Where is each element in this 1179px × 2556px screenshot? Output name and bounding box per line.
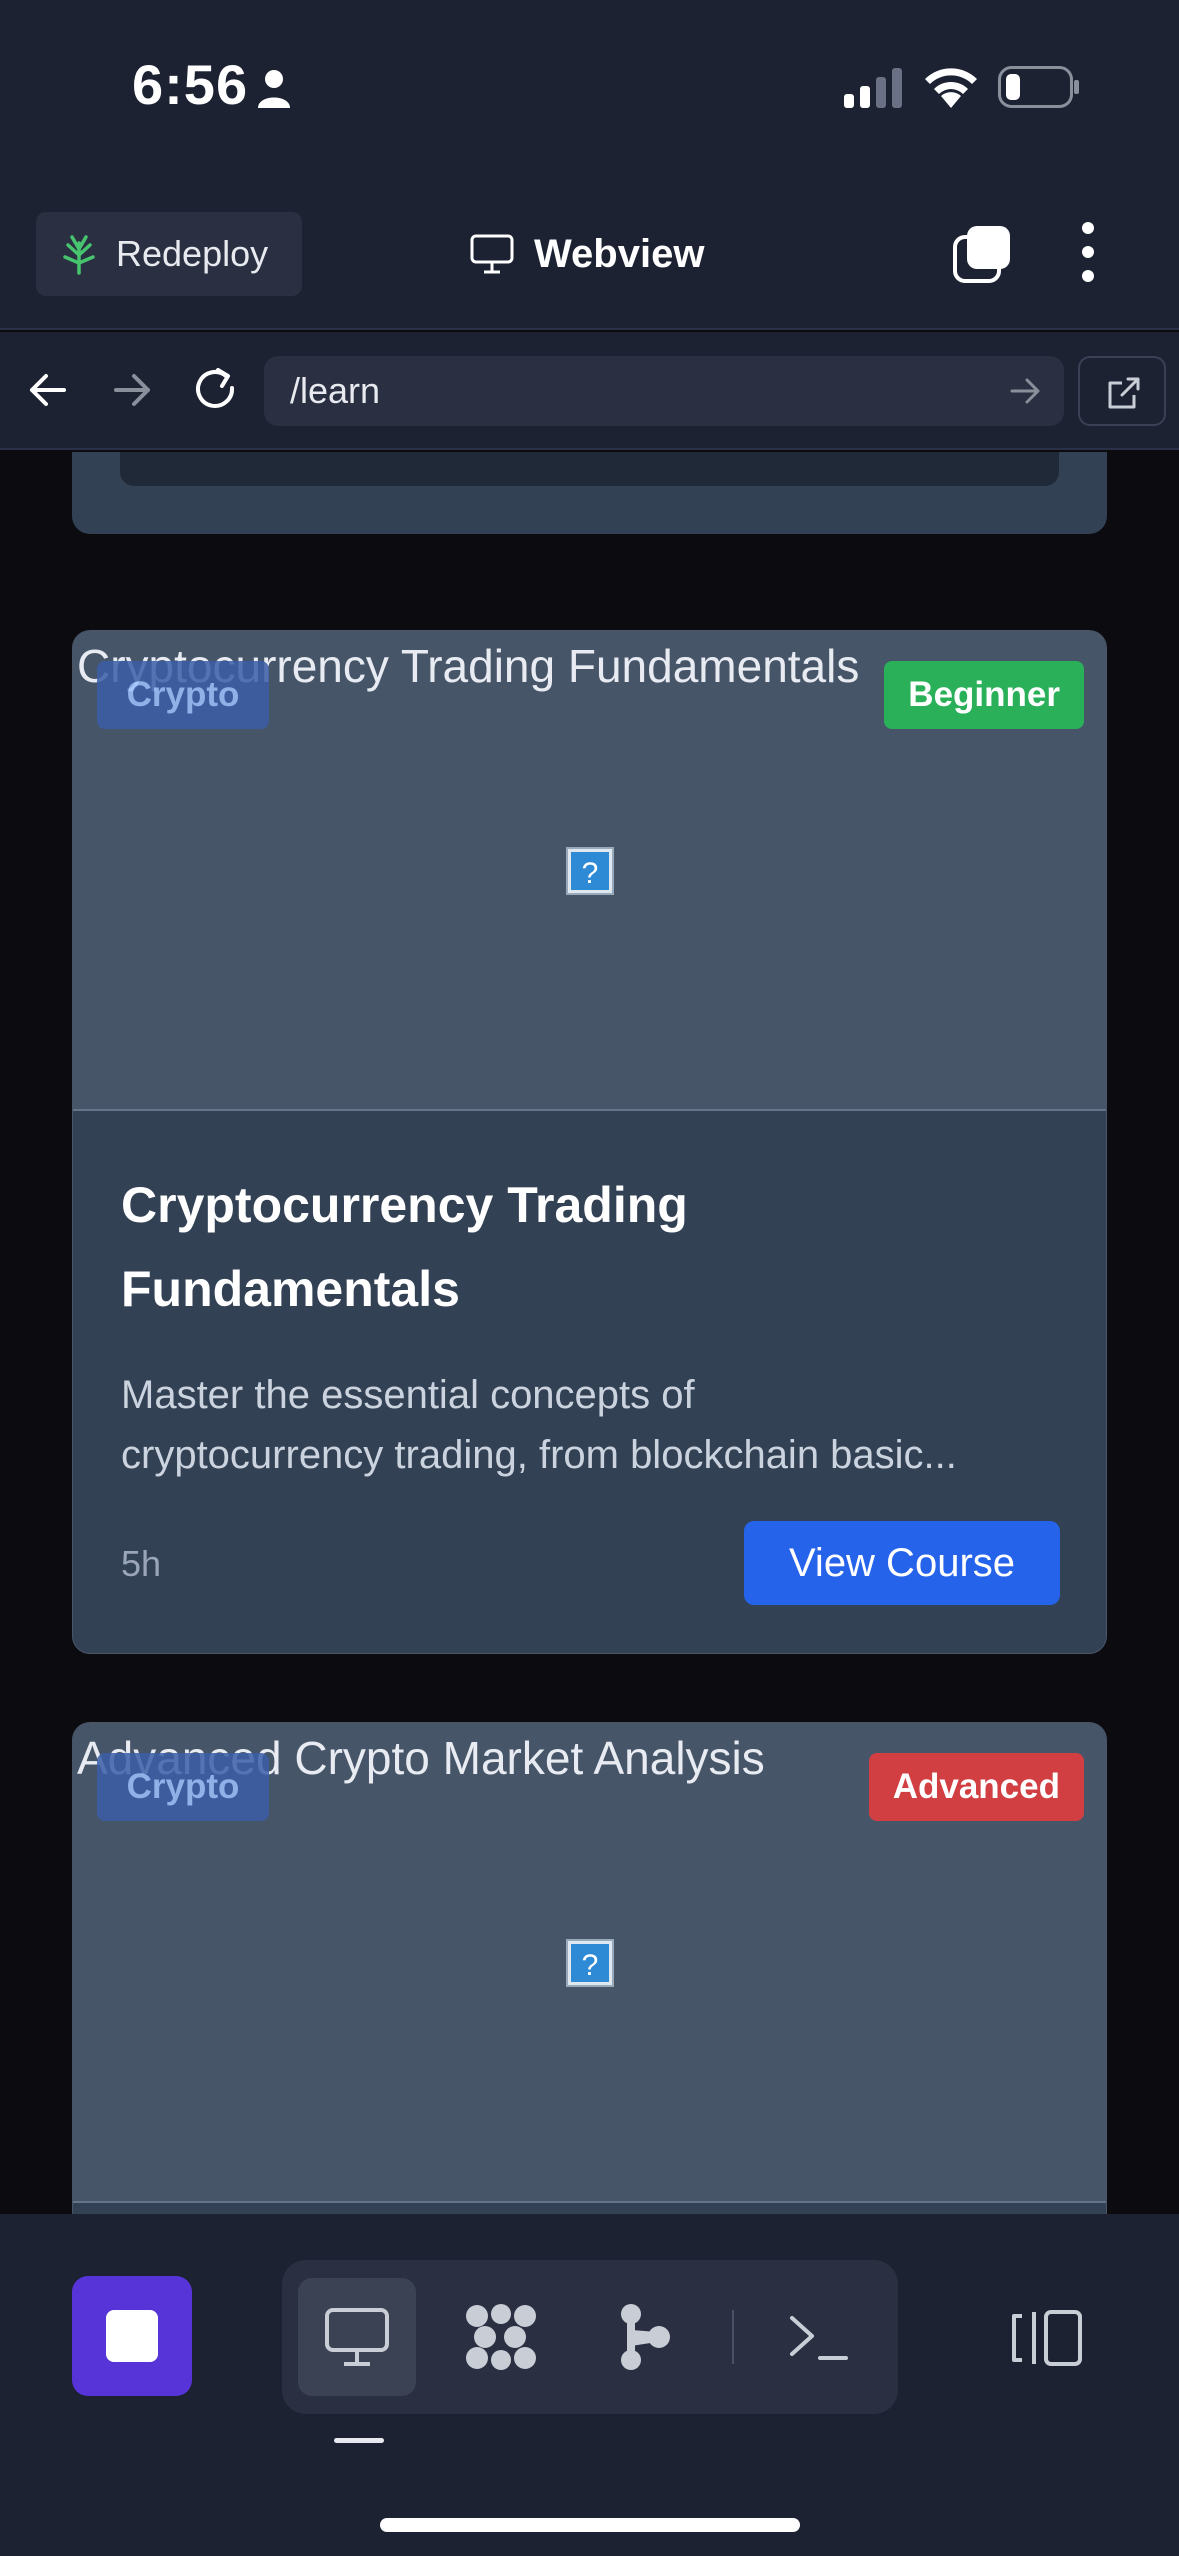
redeploy-button[interactable]: Redeploy: [36, 212, 302, 296]
tree-icon: [63, 235, 95, 275]
stop-button[interactable]: [72, 2276, 192, 2396]
webview-title: Webview: [470, 222, 704, 286]
stop-icon: [106, 2310, 158, 2362]
previous-course-card: [72, 452, 1107, 534]
desktop-view-button[interactable]: [298, 2278, 416, 2396]
desktop-icon: [325, 2308, 389, 2366]
webview-title-label: Webview: [534, 231, 705, 276]
view-course-button[interactable]: View Course: [744, 1521, 1060, 1605]
tabs-icon[interactable]: [952, 224, 1012, 284]
category-badge: Crypto: [97, 661, 269, 729]
grid-view-button[interactable]: [442, 2278, 560, 2396]
course-title-line1: Cryptocurrency Trading: [121, 1177, 688, 1233]
open-external-button[interactable]: [1078, 356, 1166, 426]
wifi-icon: [925, 68, 977, 108]
redeploy-label: Redeploy: [116, 233, 269, 274]
svg-text:?: ?: [582, 1949, 599, 1982]
course-description: Master the essential concepts of cryptoc…: [121, 1365, 1061, 1485]
course-image: Advanced Crypto Market Analysis Crypto A…: [73, 1723, 1106, 2203]
app-header: Redeploy Webview: [0, 190, 1179, 330]
category-badge: Crypto: [97, 1753, 269, 1821]
level-badge: Advanced: [868, 1753, 1084, 1821]
previous-card-inner: [120, 452, 1059, 486]
terminal-button[interactable]: [760, 2278, 878, 2396]
active-tab-indicator: [334, 2438, 384, 2443]
view-switcher: [282, 2260, 898, 2414]
monitor-icon: [470, 234, 514, 274]
grid-icon: [466, 2304, 536, 2370]
external-link-icon: [1108, 377, 1140, 409]
course-title-line2: Fundamentals: [121, 1261, 460, 1317]
person-icon: [258, 70, 290, 108]
url-field[interactable]: [264, 356, 1064, 426]
signal-icon: [844, 68, 902, 108]
broken-image-icon: ?: [566, 847, 614, 895]
course-card: Cryptocurrency Trading Fundamentals Cryp…: [72, 630, 1107, 1654]
branch-view-button[interactable]: [586, 2278, 704, 2396]
url-row: [0, 332, 1179, 450]
course-image: Cryptocurrency Trading Fundamentals Cryp…: [73, 631, 1106, 1111]
course-title: Cryptocurrency Trading Fundamentals: [121, 1163, 1021, 1331]
course-card: Advanced Crypto Market Analysis Crypto A…: [72, 1722, 1107, 2214]
broken-image-icon: ?: [566, 1939, 614, 1987]
battery-icon: [998, 66, 1079, 108]
more-options-icon[interactable]: [1070, 220, 1106, 284]
side-panel-icon[interactable]: [1010, 2308, 1084, 2368]
home-indicator[interactable]: [380, 2518, 800, 2532]
go-arrow-icon[interactable]: [1006, 372, 1044, 410]
bottom-toolbar: [0, 2214, 1179, 2556]
course-duration: 5h: [121, 1543, 162, 1584]
level-badge: Beginner: [884, 661, 1084, 729]
back-icon[interactable]: [20, 362, 76, 418]
url-input[interactable]: [290, 356, 970, 426]
branch-icon: [621, 2304, 670, 2370]
status-bar: 6:56: [0, 0, 1179, 190]
status-time: 6:56: [132, 53, 249, 116]
course-description-line1: Master the essential concepts of: [121, 1373, 695, 1417]
forward-icon[interactable]: [104, 362, 160, 418]
toolbar-divider: [732, 2310, 734, 2364]
webview-content: Cryptocurrency Trading Fundamentals Cryp…: [0, 452, 1179, 2214]
terminal-icon: [790, 2316, 848, 2360]
reload-icon[interactable]: [188, 362, 244, 418]
svg-text:?: ?: [582, 857, 599, 890]
course-description-line2: cryptocurrency trading, from blockchain …: [121, 1433, 957, 1477]
